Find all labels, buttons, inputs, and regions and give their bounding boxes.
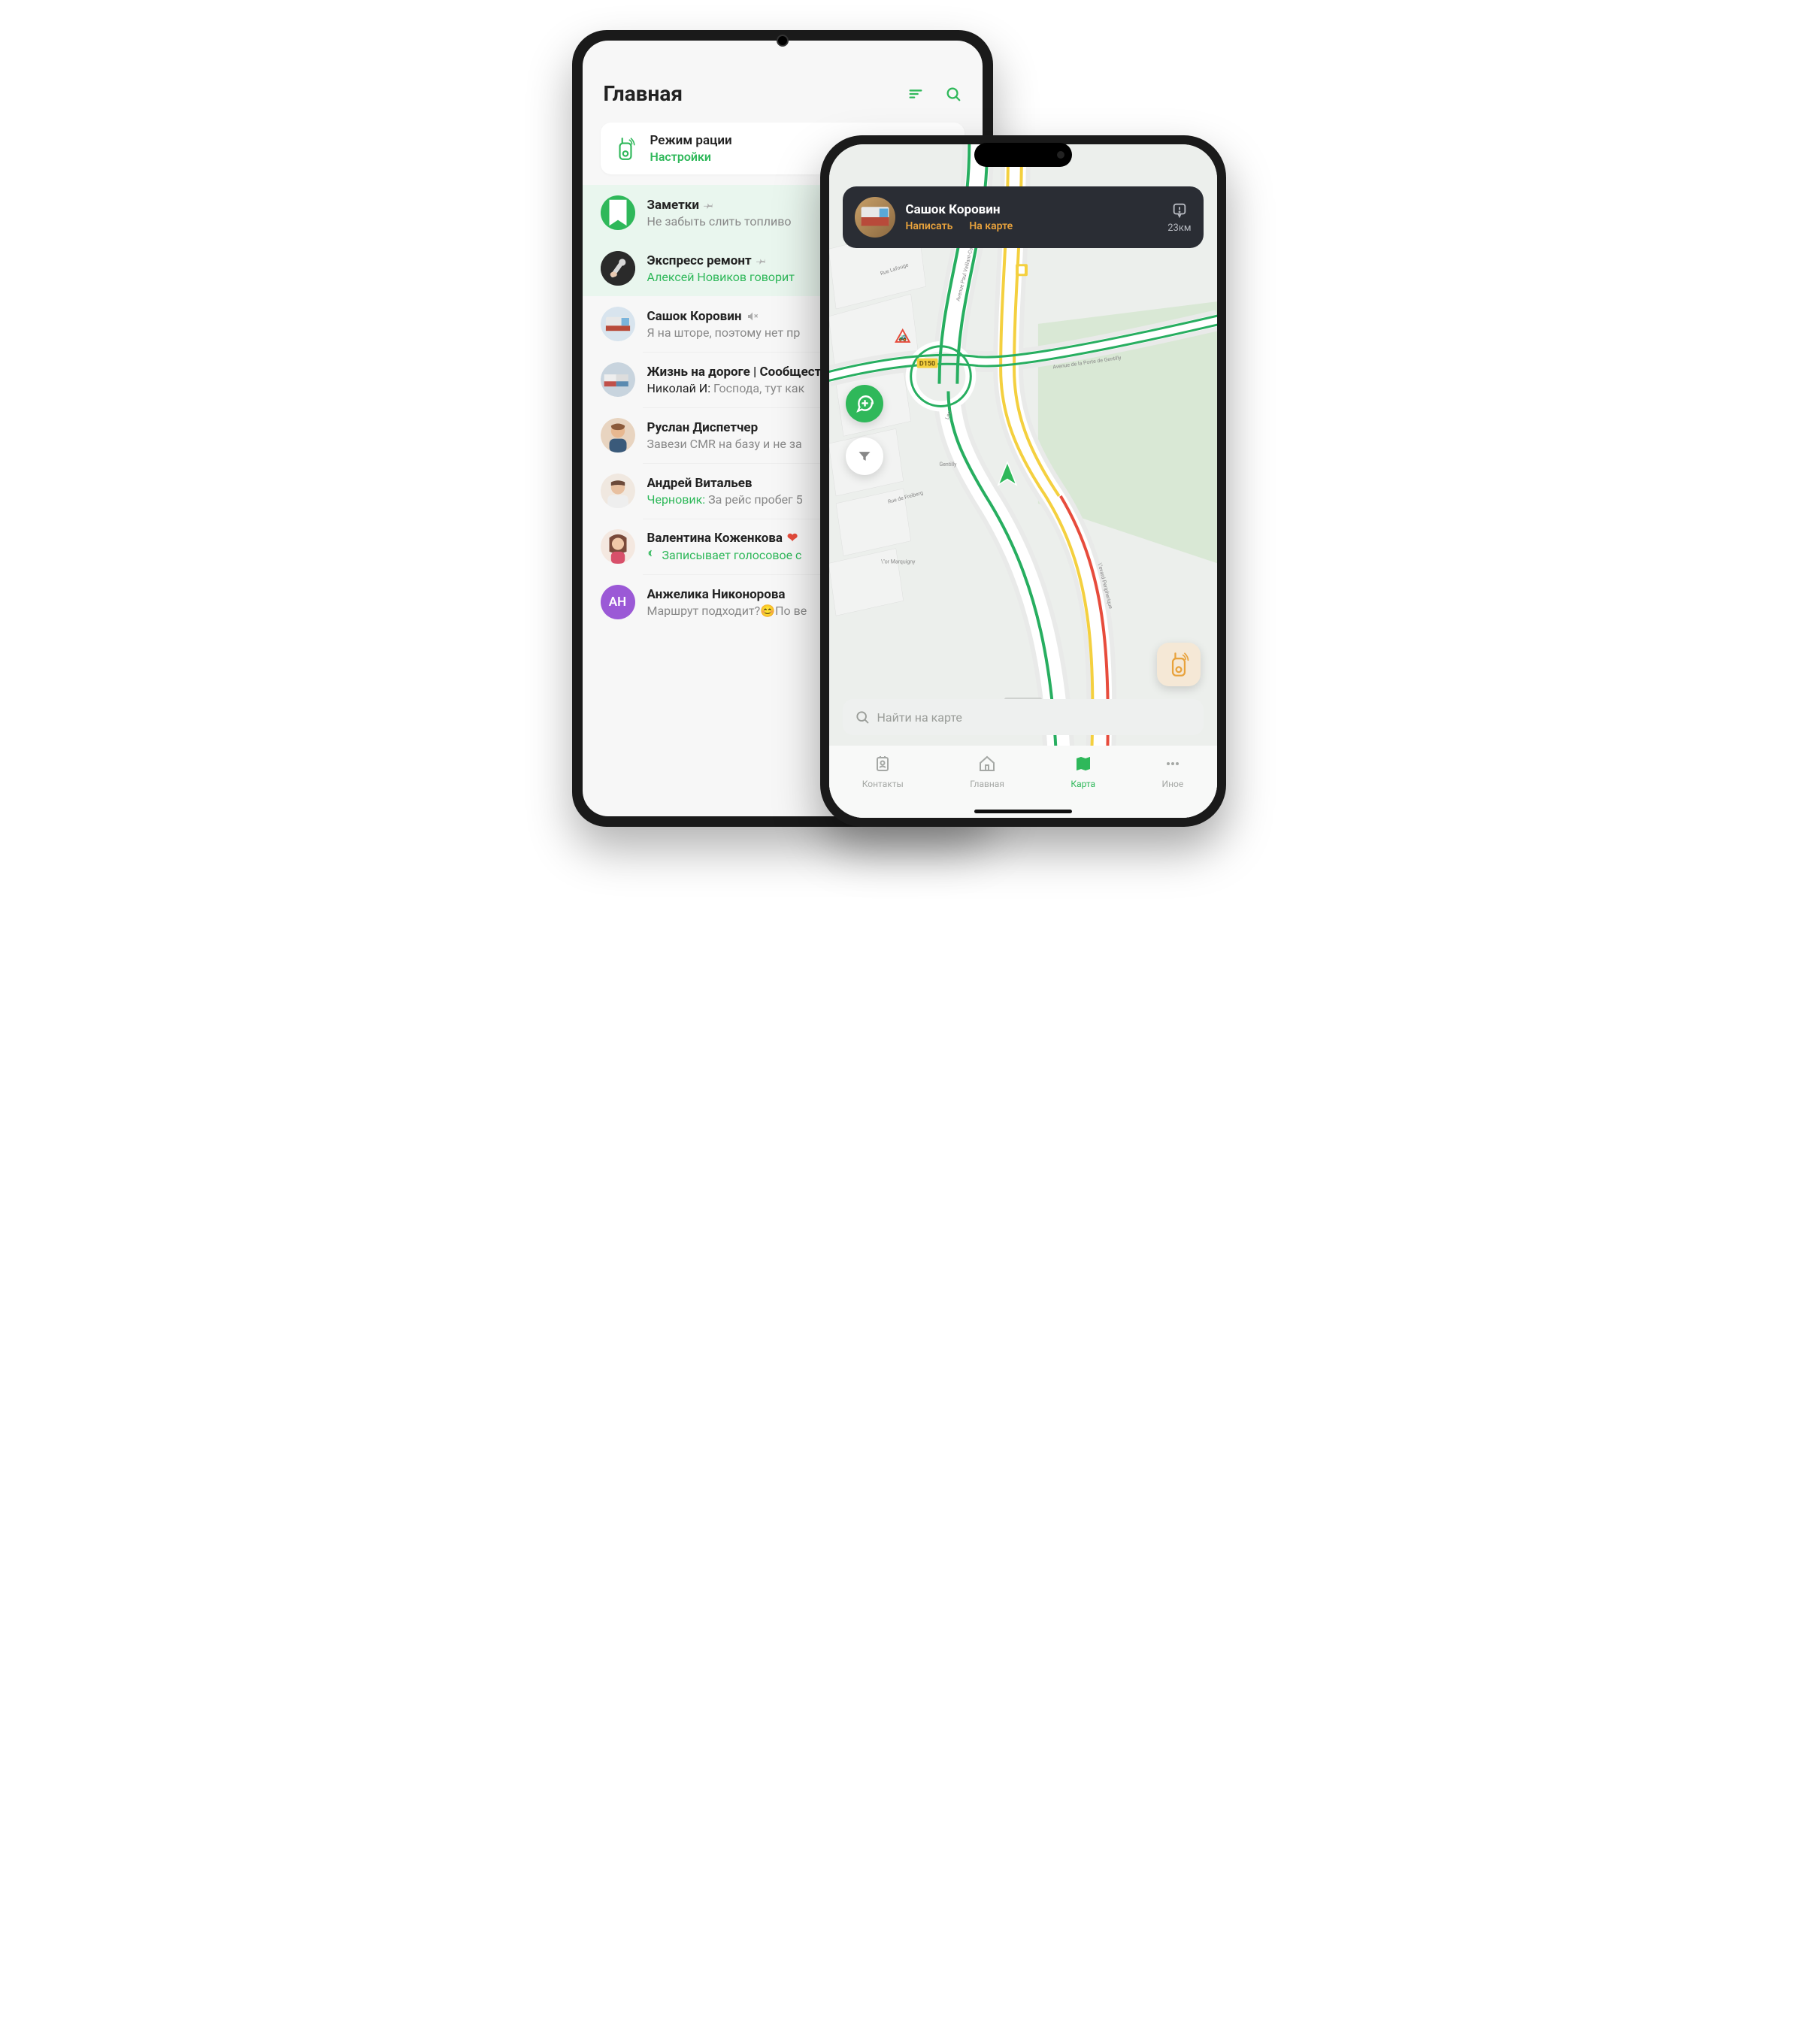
iphone-screen: D150 🚜 Rue Lafouge Avenue Paul Vaillant-… [829, 144, 1217, 818]
search-icon[interactable] [945, 86, 961, 102]
sort-icon[interactable] [907, 86, 924, 102]
new-message-fab[interactable] [846, 385, 883, 422]
svg-text:\"or Marquigny: \"or Marquigny [880, 559, 915, 565]
chat-title-text: Андрей Витальев [647, 476, 753, 491]
user-name: Сашок Коровин [906, 202, 1158, 217]
pin-icon [704, 200, 714, 210]
user-write-link[interactable]: Написать [906, 220, 953, 232]
filter-fab[interactable] [846, 437, 883, 475]
more-icon [1164, 755, 1182, 776]
contacts-icon [874, 755, 892, 776]
chat-title-text: Анжелика Никонорова [647, 587, 786, 602]
android-camera-dot [777, 35, 789, 47]
chat-title-text: Заметки [647, 198, 699, 213]
android-header: Главная [583, 41, 983, 121]
chat-title-text: Руслан Диспетчер [647, 420, 759, 435]
recording-icon [647, 547, 659, 559]
chat-title-text: Валентина Коженкова [647, 531, 783, 546]
chat-title-text: Экспресс ремонт [647, 253, 752, 268]
heart-icon: ❤ [787, 531, 798, 546]
page-title: Главная [604, 81, 683, 106]
tab-label: Контакты [862, 779, 904, 789]
mute-icon [746, 310, 759, 322]
svg-text:D150: D150 [919, 361, 934, 368]
tab-label: Карта [1070, 779, 1095, 789]
chat-title-text: Сашок Коровин [647, 309, 742, 324]
radio-settings-link[interactable]: Настройки [650, 150, 732, 164]
tab-bar: Контакты Главная Карта Иное [829, 746, 1217, 818]
user-card[interactable]: Сашок Коровин Написать На карте 23км [843, 186, 1204, 248]
tab-map[interactable]: Карта [1070, 755, 1095, 789]
tab-more[interactable]: Иное [1162, 755, 1184, 789]
home-icon [978, 755, 996, 776]
search-icon [855, 710, 870, 725]
map-icon [1074, 755, 1092, 776]
user-distance: 23км [1167, 201, 1191, 234]
radio-title: Режим рации [650, 133, 732, 148]
search-placeholder: Найти на карте [877, 710, 962, 725]
pin-icon [756, 256, 767, 266]
iphone-frame: D150 🚜 Rue Lafouge Avenue Paul Vaillant-… [820, 135, 1226, 827]
navigation-arrow-icon [994, 460, 1021, 490]
chat-title-text: Жизнь на дороге | Сообщест [647, 365, 822, 380]
tab-contacts[interactable]: Контакты [862, 755, 904, 789]
walkie-talkie-icon [614, 136, 637, 162]
map-search-input[interactable]: Найти на карте [843, 699, 1204, 735]
dynamic-island [974, 143, 1072, 167]
home-indicator [974, 810, 1072, 813]
tab-home[interactable]: Главная [970, 755, 1004, 789]
tab-label: Главная [970, 779, 1004, 789]
tab-label: Иное [1162, 779, 1184, 789]
radio-fab[interactable] [1157, 643, 1201, 686]
user-avatar [855, 197, 895, 238]
svg-text:🚜: 🚜 [898, 334, 907, 342]
user-onmap-link[interactable]: На карте [969, 220, 1013, 232]
svg-text:Gentilly: Gentilly [939, 462, 957, 468]
